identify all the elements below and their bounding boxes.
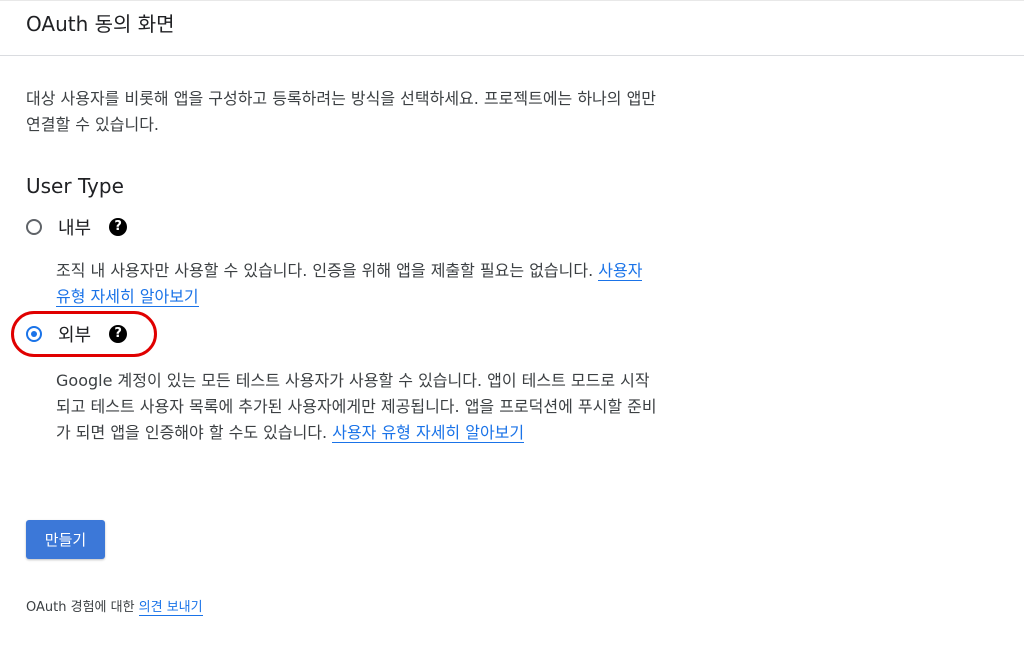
help-icon[interactable]: ? bbox=[109, 325, 128, 343]
help-icon[interactable]: ? bbox=[109, 218, 128, 236]
external-description: Google 계정이 있는 모든 테스트 사용자가 사용할 수 있습니다. 앱이… bbox=[56, 368, 661, 446]
internal-description-text: 조직 내 사용자만 사용할 수 있습니다. 인증을 위해 앱을 제출할 필요는 … bbox=[56, 261, 599, 280]
create-button[interactable]: 만들기 bbox=[26, 520, 105, 559]
external-radio[interactable] bbox=[26, 326, 42, 342]
feedback-line: OAuth 경험에 대한 의견 보내기 bbox=[26, 598, 203, 618]
external-learn-more-link[interactable]: 사용자 유형 자세히 알아보기 bbox=[332, 423, 525, 443]
internal-description: 조직 내 사용자만 사용할 수 있습니다. 인증을 위해 앱을 제출할 필요는 … bbox=[56, 258, 661, 310]
page-header: OAuth 동의 화면 bbox=[0, 0, 1024, 56]
feedback-prefix: OAuth 경험에 대한 bbox=[26, 600, 139, 615]
user-type-title: User Type bbox=[26, 174, 124, 198]
internal-label[interactable]: 내부 bbox=[58, 214, 91, 240]
intro-text: 대상 사용자를 비롯해 앱을 구성하고 등록하려는 방식을 선택하세요. 프로젝… bbox=[26, 89, 657, 134]
user-type-internal-option[interactable]: 내부 ? bbox=[26, 214, 128, 240]
send-feedback-link[interactable]: 의견 보내기 bbox=[138, 600, 203, 616]
external-label[interactable]: 외부 bbox=[58, 321, 91, 347]
user-type-external-option[interactable]: 외부 ? bbox=[26, 321, 128, 347]
internal-radio[interactable] bbox=[26, 219, 42, 235]
page-title: OAuth 동의 화면 bbox=[26, 12, 175, 36]
